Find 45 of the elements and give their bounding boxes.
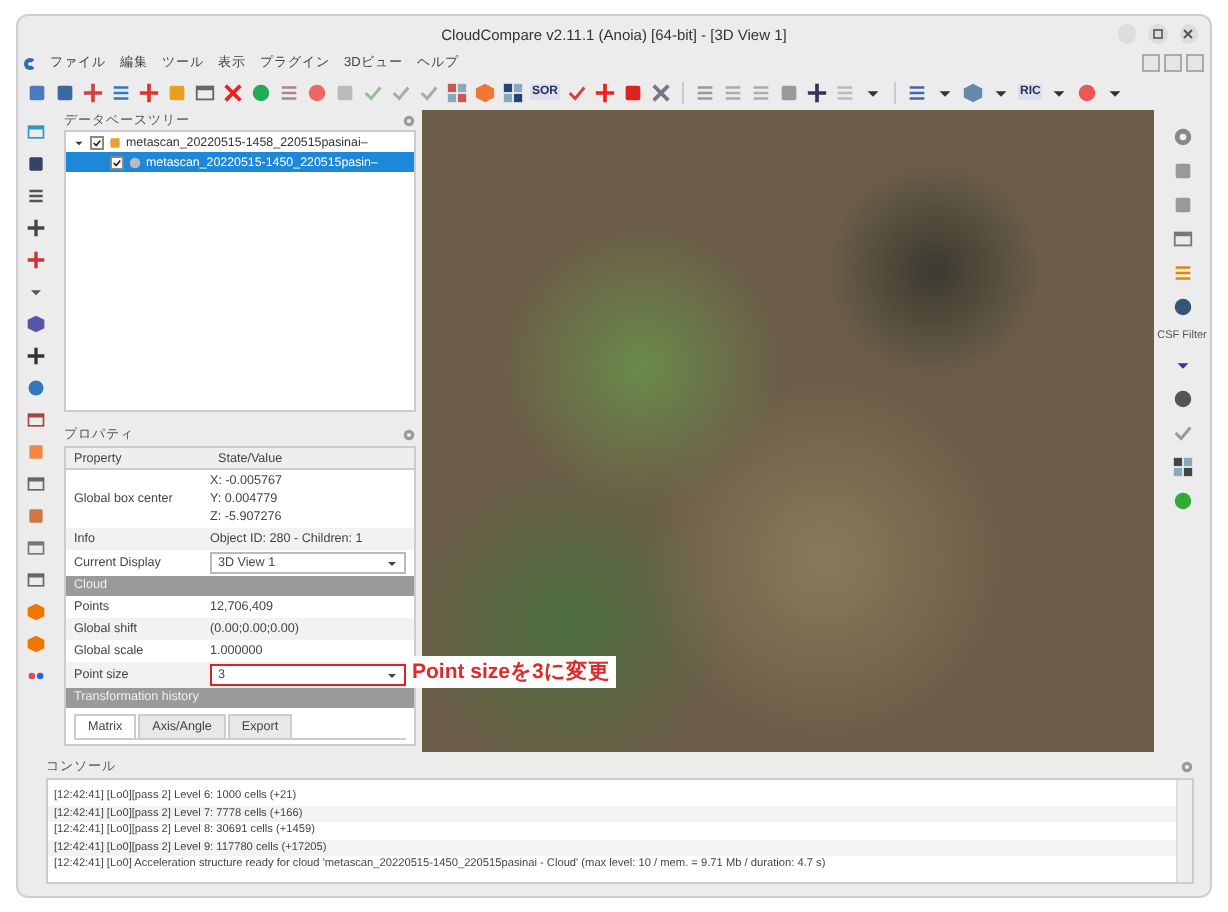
check-icon[interactable]	[390, 81, 412, 103]
window-icon[interactable]	[26, 538, 46, 558]
checker-icon[interactable]	[446, 81, 468, 103]
close-button[interactable]	[1179, 24, 1198, 44]
plus-icon[interactable]	[26, 346, 46, 366]
window-icon[interactable]	[26, 410, 46, 430]
check-icon[interactable]	[362, 81, 384, 103]
check-icon[interactable]	[418, 81, 440, 103]
gear-icon[interactable]	[1180, 760, 1194, 774]
app-logo-icon	[24, 57, 36, 69]
lines-icon[interactable]	[110, 81, 132, 103]
cube-icon[interactable]	[26, 314, 46, 334]
scrollbar[interactable]	[1176, 780, 1192, 882]
checkbox[interactable]	[110, 155, 124, 170]
circle-icon[interactable]	[1171, 296, 1193, 318]
plus-icon[interactable]	[806, 81, 829, 103]
square-icon[interactable]	[26, 81, 48, 103]
plus-icon[interactable]	[26, 218, 46, 238]
annotation-callout: Point sizeを3に変更	[406, 656, 616, 688]
maximize-button[interactable]	[1148, 24, 1168, 44]
cross-icon[interactable]	[650, 81, 673, 103]
square-icon[interactable]	[54, 81, 76, 103]
checkbox[interactable]	[90, 135, 104, 150]
circle-icon[interactable]	[1171, 388, 1193, 410]
lines-icon[interactable]	[906, 81, 929, 103]
circle-icon[interactable]	[26, 378, 46, 398]
gear-icon[interactable]	[402, 113, 416, 128]
window-icon[interactable]	[194, 81, 216, 103]
caret-icon	[386, 669, 398, 681]
checker-icon[interactable]	[1171, 456, 1193, 478]
check-icon[interactable]	[566, 81, 589, 103]
lines-icon[interactable]	[26, 186, 46, 206]
caret-icon	[386, 557, 398, 569]
cross-icon[interactable]	[222, 81, 244, 103]
checker-icon[interactable]	[502, 81, 524, 103]
window-icon[interactable]	[26, 570, 46, 590]
square-icon[interactable]	[26, 154, 46, 174]
window-icon[interactable]	[26, 474, 46, 494]
check-icon[interactable]	[1171, 422, 1193, 444]
lines-icon[interactable]	[278, 81, 300, 103]
window-icon[interactable]	[26, 122, 46, 142]
square-icon[interactable]	[622, 81, 645, 103]
gear-icon[interactable]	[1171, 126, 1193, 148]
gear-icon[interactable]	[402, 428, 416, 443]
window-icon[interactable]	[1171, 228, 1193, 250]
